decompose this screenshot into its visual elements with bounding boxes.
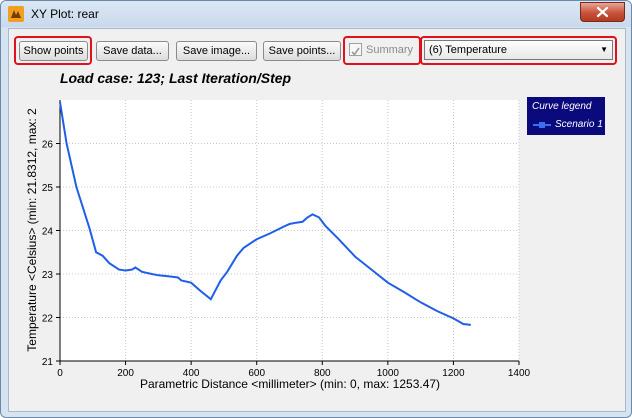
legend-title: Curve legend — [532, 101, 592, 112]
x-tick-label: 1400 — [508, 368, 531, 379]
y-tick-label: 24 — [42, 227, 54, 238]
xy-plot-chart: 0 200 400 600 800 1000 1200 1400212223242526 Pa… — [25, 100, 531, 391]
curve-legend: Curve legend Scenario 1 — [527, 97, 605, 135]
x-tick-label: 1200 — [442, 368, 465, 379]
y-axis-label: Temperature <Celsius> (min: 21.8312, max… — [25, 108, 39, 352]
y-tick-label: 26 — [42, 140, 54, 151]
legend-series-name: Scenario 1 — [555, 119, 603, 130]
y-tick-label: 22 — [42, 314, 54, 325]
x-tick-label: 200 — [117, 368, 134, 379]
x-axis-label: Parametric Distance <millimeter> (min: 0… — [140, 377, 440, 391]
y-tick-label: 25 — [42, 183, 54, 194]
y-tick-label: 21 — [42, 357, 54, 368]
y-tick-label: 23 — [42, 270, 54, 281]
legend-marker — [539, 122, 545, 128]
x-tick-label: 0 — [57, 368, 63, 379]
